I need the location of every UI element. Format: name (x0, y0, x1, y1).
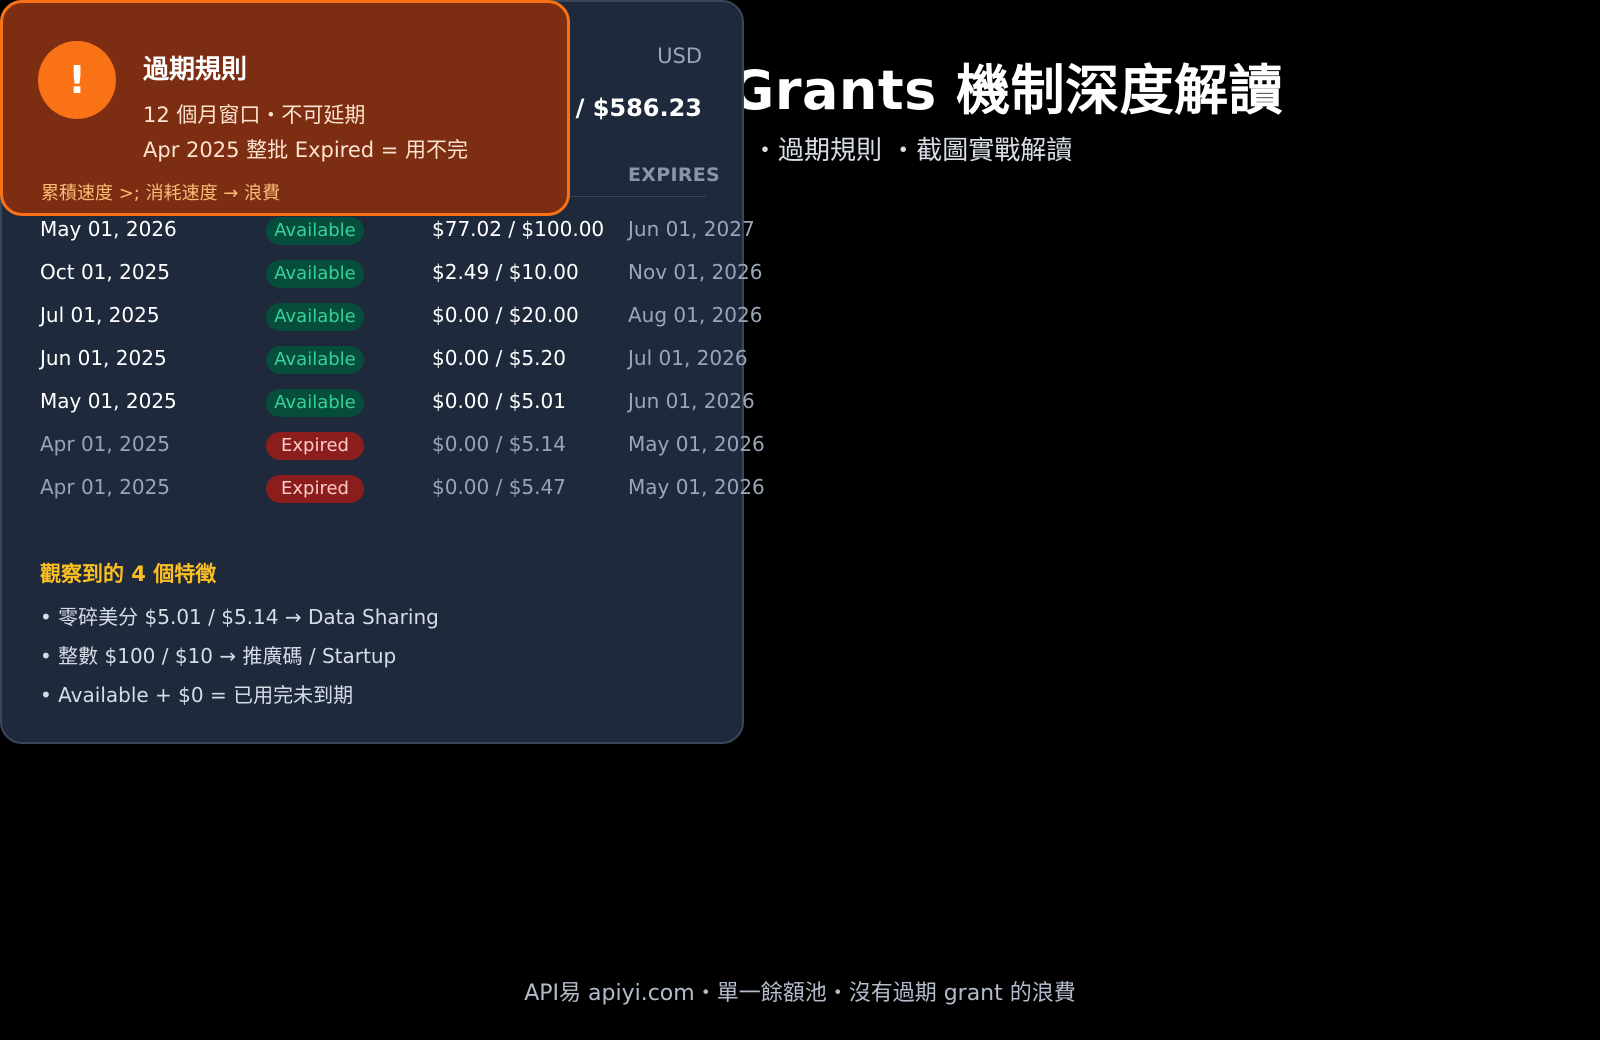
status-badge: Available (266, 217, 364, 245)
column-header-expires: EXPIRES (628, 164, 721, 186)
grant-amount: $0.00 / $5.20 (432, 346, 566, 370)
footer-caption: API易 apiyi.com・單一餘額池・沒有過期 grant 的浪費 (524, 981, 1076, 1006)
grant-expires: Nov 01, 2026 (628, 260, 763, 284)
status-cell: Available (266, 217, 364, 245)
grant-date: Oct 01, 2025 (40, 260, 170, 284)
grant-amount: $77.02 / $100.00 (432, 217, 605, 241)
popup-line-expired: Apr 2025 整批 Expired = 用不完 (143, 138, 469, 162)
popup-footnote: 累積速度 >; 消耗速度 → 浪費 (41, 183, 281, 204)
grant-expires: Jun 01, 2026 (628, 389, 755, 413)
feature-item: • Available + $0 = 已用完未到期 (40, 683, 354, 707)
table-row: Oct 01, 2025 Available $2.49 / $10.00 Nov 0… (2, 252, 792, 295)
page-title: Grants 機制深度解讀 (730, 59, 1284, 122)
grant-amount: $0.00 / $5.47 (432, 475, 566, 499)
grant-date: May 01, 2026 (40, 217, 177, 241)
status-badge: Available (266, 389, 364, 417)
status-cell: Available (266, 346, 364, 374)
page-subtitle: ・過期規則 ・截圖實戰解讀 (752, 136, 1073, 166)
popup-line-window: 12 個月窗口・不可延期 (143, 103, 366, 127)
status-cell: Available (266, 303, 364, 331)
status-badge: Available (266, 303, 364, 331)
status-badge: Expired (266, 432, 364, 460)
table-row: Apr 01, 2025 Expired $0.00 / $5.14 May 01, … (2, 424, 792, 467)
table-row: Jun 01, 2025 Available $0.00 / $5.20 Jul 01… (2, 338, 792, 381)
grant-date: Apr 01, 2025 (40, 475, 171, 499)
grant-date: Jul 01, 2025 (40, 303, 160, 327)
popup-title: 過期規則 (143, 55, 248, 85)
grant-expires: Jun 01, 2027 (628, 217, 755, 241)
grant-date: Jun 01, 2025 (40, 346, 167, 370)
table-row: Jul 01, 2025 Available $0.00 / $20.00 Aug 0… (2, 295, 792, 338)
status-badge: Expired (266, 475, 364, 503)
grant-date: May 01, 2025 (40, 389, 177, 413)
features-title: 觀察到的 4 個特徵 (40, 562, 217, 586)
grant-expires: Aug 01, 2026 (628, 303, 763, 327)
grant-amount: $0.00 / $5.01 (432, 389, 566, 413)
warning-icon: ! (38, 41, 116, 119)
table-row: Apr 01, 2025 Expired $0.00 / $5.47 May 01, … (2, 467, 792, 510)
currency-label: USD (657, 44, 702, 68)
grant-amount: $0.00 / $20.00 (432, 303, 579, 327)
feature-item: • 整數 $100 / $10 → 推廣碼 / Startup (40, 644, 397, 668)
status-badge: Available (266, 260, 364, 288)
grants-table: May 01, 2026 Available $77.02 / $100.00 Jun… (2, 209, 792, 510)
grant-date: Apr 01, 2025 (40, 432, 171, 456)
feature-item: • 零碎美分 $5.01 / $5.14 → Data Sharing (40, 605, 439, 629)
grant-amount: $2.49 / $10.00 (432, 260, 579, 284)
status-cell: Expired (266, 432, 364, 460)
features-list: • 零碎美分 $5.01 / $5.14 → Data Sharing • 整數… (40, 602, 439, 719)
grant-expires: May 01, 2026 (628, 432, 765, 456)
grant-expires: Jul 01, 2026 (628, 346, 748, 370)
grant-amount: $0.00 / $5.14 (432, 432, 566, 456)
status-cell: Expired (266, 475, 364, 503)
grant-expires: May 01, 2026 (628, 475, 765, 499)
status-badge: Available (266, 346, 364, 374)
expiry-rule-popup: ! 過期規則 12 個月窗口・不可延期 Apr 2025 整批 Expired … (0, 0, 570, 216)
table-row: May 01, 2025 Available $0.00 / $5.01 Jun 01… (2, 381, 792, 424)
status-cell: Available (266, 389, 364, 417)
status-cell: Available (266, 260, 364, 288)
